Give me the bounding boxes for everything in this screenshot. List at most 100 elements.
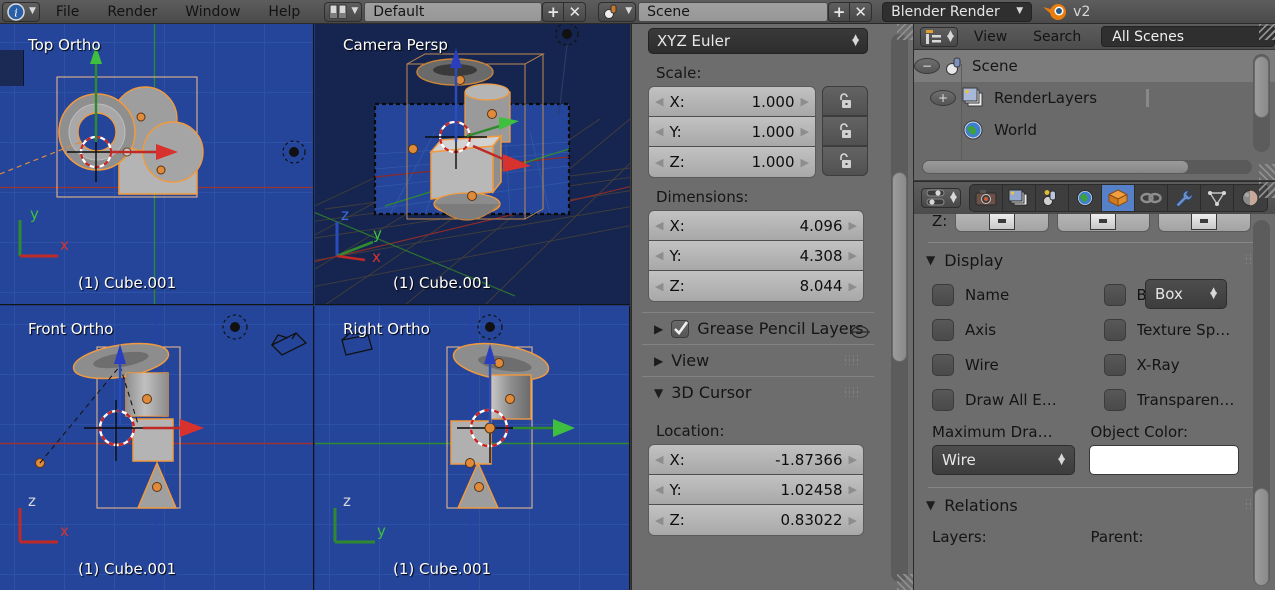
draw-all-edges-checkbox[interactable]: [932, 388, 954, 411]
outliner-menu-view[interactable]: View: [962, 29, 1019, 45]
dimension-y-field[interactable]: ◀ Y: 4.308 ▶: [649, 241, 863, 271]
decrement-icon[interactable]: ◀: [655, 249, 663, 262]
increment-icon[interactable]: ▶: [801, 125, 809, 138]
panel-display[interactable]: ▼ Display ::::::::: [914, 243, 1275, 277]
outliner-vscroll-thumb[interactable]: [1254, 56, 1269, 118]
name-checkbox[interactable]: [932, 283, 954, 306]
properties-scrollbar[interactable]: [1253, 220, 1270, 586]
outliner-scene-filter[interactable]: All Scenes: [1101, 26, 1275, 47]
increment-icon[interactable]: ▶: [849, 249, 857, 262]
max-draw-type-selector[interactable]: Wire ▲ ▼: [932, 445, 1075, 475]
increment-icon[interactable]: ▶: [849, 453, 857, 466]
cursor-z-field[interactable]: ◀ Z: 0.83022 ▶: [649, 505, 863, 535]
area-resize-grip[interactable]: [897, 574, 913, 590]
menu-file[interactable]: File: [42, 4, 93, 20]
area-resize-grip[interactable]: [897, 24, 913, 40]
texture-space-checkbox[interactable]: [1103, 318, 1126, 341]
object-color-swatch[interactable]: [1089, 445, 1239, 475]
properties-scroll-thumb[interactable]: [1254, 488, 1269, 586]
decrement-icon[interactable]: ◀: [655, 95, 663, 108]
bounds-checkbox[interactable]: [1103, 283, 1126, 306]
properties-tab-object-data[interactable]: [1201, 185, 1234, 211]
viewport-camera-persp[interactable]: Camera Persp z y x (1) Cube.001: [315, 24, 630, 305]
area-resize-grip[interactable]: [1259, 164, 1275, 180]
scale-z-lock-button[interactable]: [822, 146, 868, 176]
panel-3d-cursor[interactable]: ▼ 3D Cursor ::::::::: [642, 376, 874, 408]
panel-relations[interactable]: ▼ Relations ::::::::: [914, 488, 1275, 522]
add-screen-button[interactable]: +: [542, 1, 565, 22]
increment-icon[interactable]: ▶: [849, 280, 857, 293]
panel-view[interactable]: ▶ View ::::::::: [642, 344, 874, 376]
properties-tab-scene[interactable]: [1036, 185, 1069, 211]
grease-pencil-checkbox[interactable]: [671, 319, 690, 338]
increment-icon[interactable]: ▶: [801, 156, 809, 169]
decrement-icon[interactable]: ◀: [655, 453, 663, 466]
outliner-horizontal-scrollbar[interactable]: [922, 160, 1252, 174]
outliner-row-renderlayers[interactable]: + RenderLayers: [914, 82, 1275, 114]
checkbox-name[interactable]: Name: [932, 283, 1104, 306]
decrement-icon[interactable]: ◀: [655, 483, 663, 496]
panel-grip-icon[interactable]: ::::::::: [844, 385, 860, 399]
rotation-mode-selector[interactable]: XYZ Euler ▲ ▼: [648, 28, 868, 54]
properties-tab-render[interactable]: [970, 185, 1003, 211]
decrement-icon[interactable]: ◀: [655, 514, 663, 527]
dimension-z-field[interactable]: ◀ Z: 8.044 ▶: [649, 271, 863, 301]
transparency-checkbox[interactable]: [1103, 388, 1126, 411]
scale-x-lock-button[interactable]: [822, 86, 868, 116]
properties-tab-object[interactable]: [1101, 185, 1135, 211]
checkbox-axis[interactable]: Axis: [932, 318, 1104, 341]
scene-name-field[interactable]: Scene: [638, 1, 829, 22]
outliner-menu-search[interactable]: Search: [1021, 29, 1093, 45]
z-lock-button-1[interactable]: [955, 214, 1049, 232]
menu-render[interactable]: Render: [93, 4, 171, 20]
increment-icon[interactable]: ▶: [849, 219, 857, 232]
z-lock-button-3[interactable]: [1157, 214, 1251, 232]
decrement-icon[interactable]: ◀: [655, 219, 663, 232]
collapse-toggle-scene[interactable]: −: [914, 58, 940, 74]
toolbar-expand-tab[interactable]: plus-icon: [0, 50, 24, 86]
checkbox-transparency[interactable]: Transparen…: [1103, 388, 1275, 411]
increment-icon[interactable]: ▶: [849, 514, 857, 527]
wire-checkbox[interactable]: [932, 353, 954, 376]
axis-checkbox[interactable]: [932, 318, 954, 341]
panel-grip-icon[interactable]: ::::::::: [844, 353, 860, 367]
increment-icon[interactable]: ▶: [849, 483, 857, 496]
decrement-icon[interactable]: ◀: [655, 280, 663, 293]
delete-screen-button[interactable]: ✕: [564, 1, 587, 22]
menu-help[interactable]: Help: [254, 4, 314, 20]
checkbox-texture-space[interactable]: Texture Sp…: [1103, 318, 1275, 341]
add-scene-button[interactable]: +: [828, 1, 851, 22]
scale-x-field[interactable]: ◀ X: 1.000 ▶: [649, 87, 815, 117]
properties-tab-constraints[interactable]: [1135, 185, 1168, 211]
outliner-row-scene[interactable]: − Scene: [914, 50, 1275, 82]
screen-layout-name[interactable]: Default: [364, 1, 543, 22]
xray-checkbox[interactable]: [1103, 353, 1126, 376]
scale-z-field[interactable]: ◀ Z: 1.000 ▶: [649, 147, 815, 177]
editor-type-button[interactable]: ▲ ▼: [921, 188, 961, 208]
panel-grease-pencil-layers[interactable]: ▶ Grease Pencil Layers: [642, 312, 874, 344]
dimension-x-field[interactable]: ◀ X: 4.096 ▶: [649, 211, 863, 241]
render-engine-selector[interactable]: Blender Render ▼: [882, 1, 1033, 22]
delete-scene-button[interactable]: ✕: [850, 1, 873, 22]
scale-y-field[interactable]: ◀ Y: 1.000 ▶: [649, 117, 815, 147]
checkbox-xray[interactable]: X-Ray: [1103, 353, 1275, 376]
blender-menu-button[interactable]: i ▼: [2, 1, 40, 22]
outliner-row-world[interactable]: World: [914, 114, 1275, 146]
scene-selector[interactable]: ▼: [598, 1, 637, 22]
area-resize-grip[interactable]: [1259, 182, 1275, 198]
decrement-icon[interactable]: ◀: [655, 125, 663, 138]
bounds-type-selector[interactable]: Box ▲ ▼: [1145, 279, 1227, 309]
screen-layout-selector[interactable]: ▼: [324, 1, 363, 22]
properties-tab-modifiers[interactable]: [1168, 185, 1201, 211]
viewport-top-ortho[interactable]: Top Ortho y x (1) Cube.001 plus-icon: [0, 24, 314, 305]
menu-window[interactable]: Window: [171, 4, 254, 20]
checkbox-draw-all-edges[interactable]: Draw All E…: [932, 388, 1104, 411]
side-panel-scrollbar[interactable]: [891, 34, 908, 582]
cursor-y-field[interactable]: ◀ Y: 1.02458 ▶: [649, 475, 863, 505]
scale-y-lock-button[interactable]: [822, 116, 868, 146]
outliner-display-mode-button[interactable]: ▲ ▼: [920, 26, 958, 47]
properties-tab-world[interactable]: [1069, 185, 1102, 211]
viewport-right-ortho[interactable]: Right Ortho z y (1) Cube.001: [315, 306, 630, 590]
z-lock-button-2[interactable]: [1056, 214, 1150, 232]
outliner-vertical-scrollbar[interactable]: [1253, 54, 1270, 152]
